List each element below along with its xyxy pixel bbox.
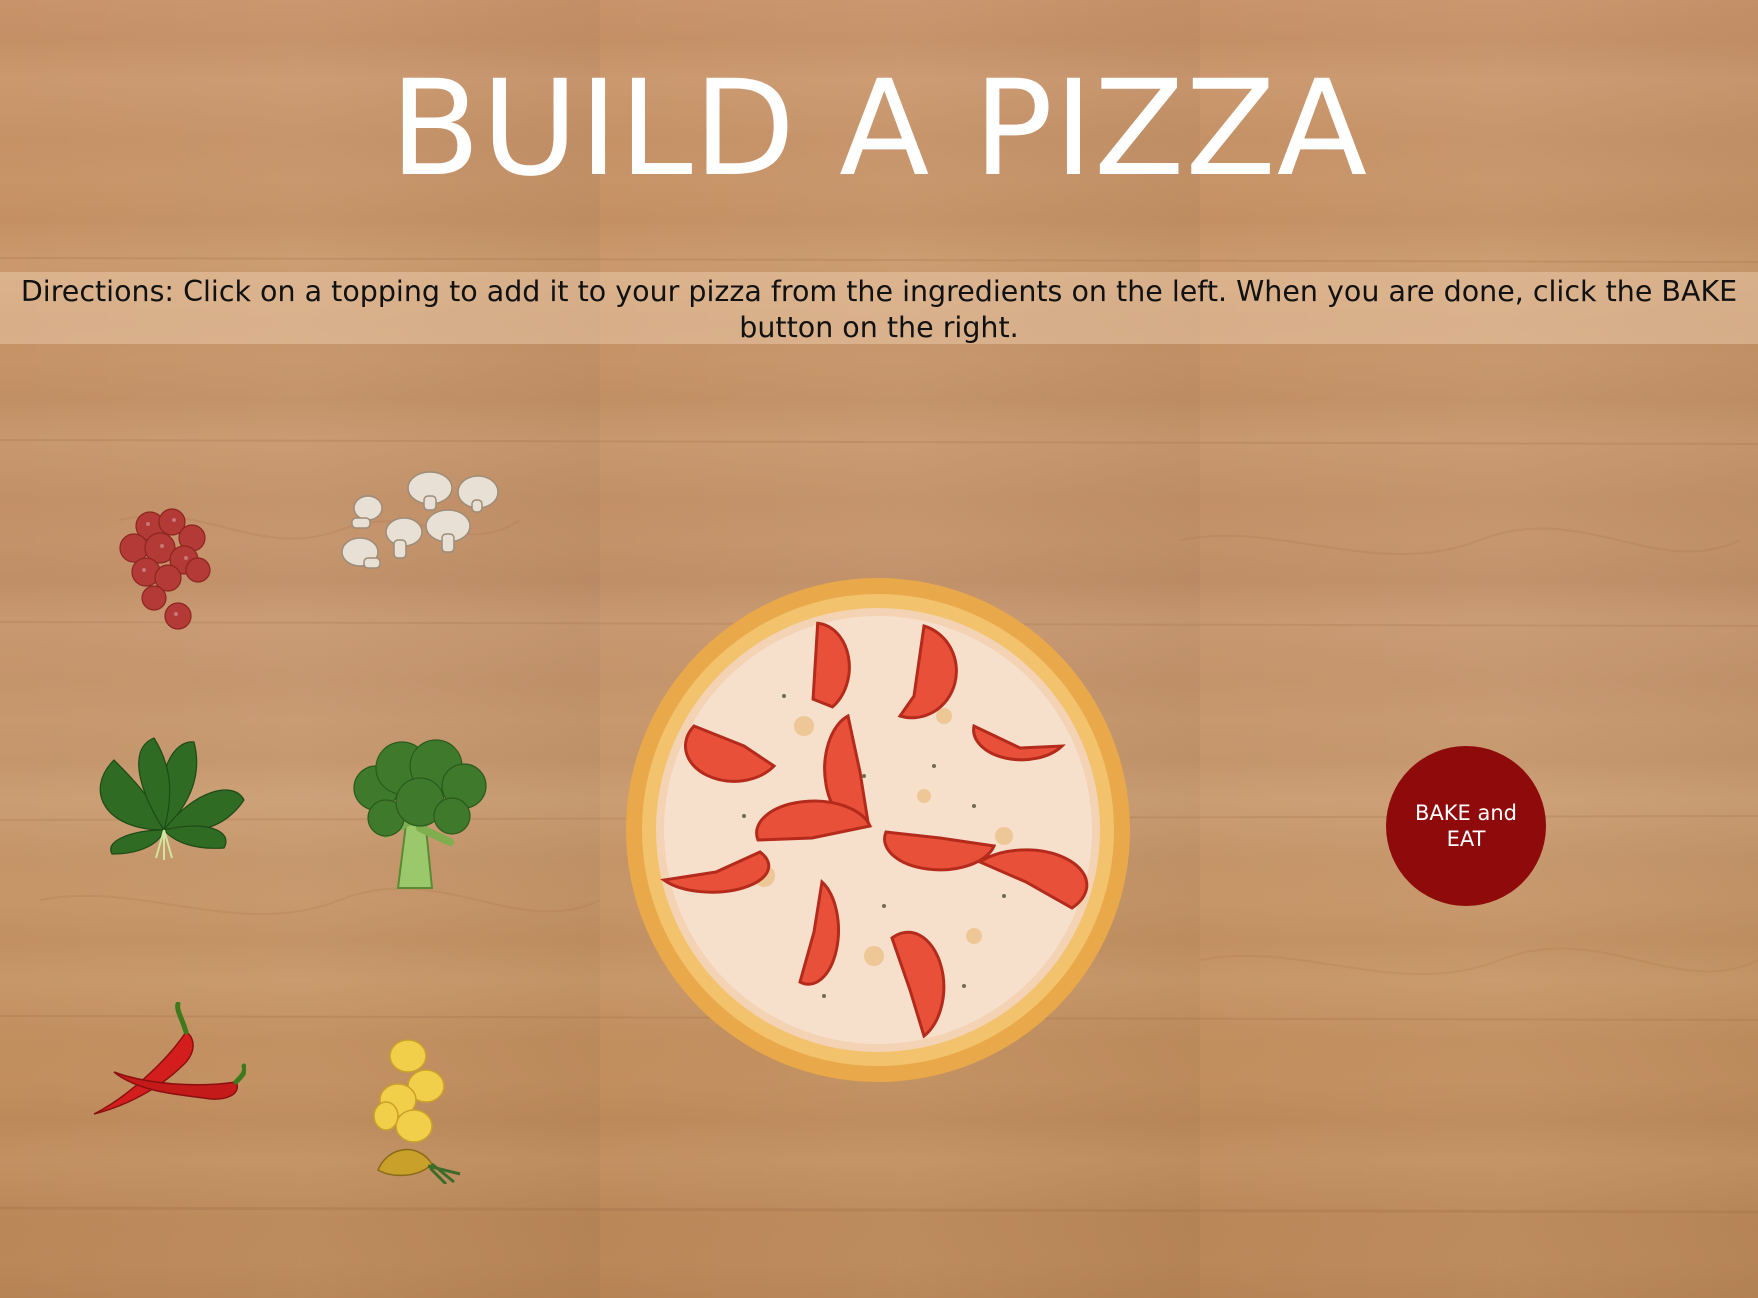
pizza-icon xyxy=(626,578,1130,1082)
page-title: BUILD A PIZZA xyxy=(389,52,1369,206)
mushroom-icon[interactable] xyxy=(338,466,502,578)
pineapple-icon[interactable] xyxy=(368,1038,464,1184)
chili-pepper-icon[interactable] xyxy=(86,1002,246,1120)
spinach-icon[interactable] xyxy=(84,730,248,862)
directions-text: Directions: Click on a topping to add it… xyxy=(20,275,1738,344)
broccoli-icon[interactable] xyxy=(346,738,494,894)
bake-and-eat-button[interactable]: BAKE and EAT xyxy=(1386,746,1546,906)
pepperoni-icon[interactable] xyxy=(112,498,222,638)
